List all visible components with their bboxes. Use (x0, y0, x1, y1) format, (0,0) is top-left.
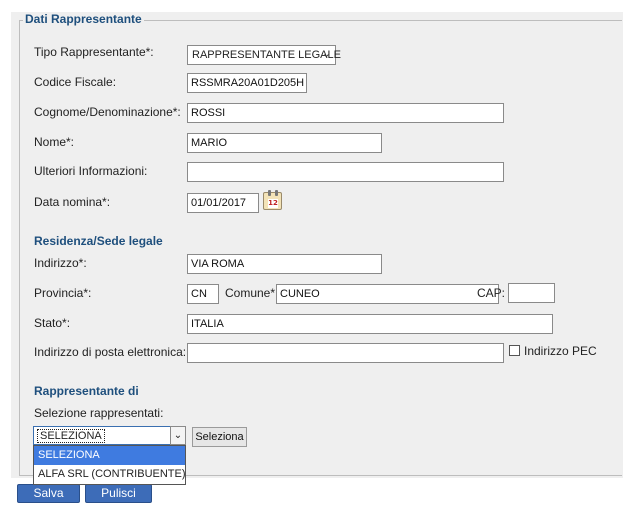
indirizzo-label: Indirizzo*: (34, 256, 87, 270)
selezione-label: Selezione rappresentati: (34, 406, 164, 420)
comune-label: Comune*: (225, 286, 279, 300)
nome-label: Nome*: (34, 135, 75, 149)
provincia-label: Provincia*: (34, 286, 92, 300)
tipo-select[interactable]: RAPPRESENTANTE LEGALE ⌄ (187, 45, 341, 65)
dropdown-option-seleziona[interactable]: SELEZIONA (34, 446, 185, 465)
cognome-label: Cognome/Denominazione*: (34, 105, 181, 119)
chevron-down-icon[interactable]: ⌄ (170, 426, 186, 445)
pulisci-button[interactable]: Pulisci (85, 484, 152, 503)
rappresentati-dropdown-list: SELEZIONA ALFA SRL (CONTRIBUENTE) (33, 445, 186, 485)
comune-input[interactable]: CUNEO (276, 284, 499, 304)
salva-button[interactable]: Salva (17, 484, 80, 503)
rappresentati-select[interactable]: SELEZIONA (33, 426, 186, 445)
tipo-label: Tipo Rappresentante*: (34, 45, 154, 59)
pec-address-input[interactable] (187, 343, 504, 363)
codice-fiscale-input[interactable]: RSSMRA20A01D205H (187, 73, 307, 93)
pec-checkbox-label: Indirizzo PEC (524, 344, 597, 358)
pec-address-label: Indirizzo di posta elettronica: (34, 345, 187, 359)
data-nomina-label: Data nomina*: (34, 195, 111, 209)
cap-label: CAP: (477, 286, 506, 300)
dropdown-option-alfa-srl[interactable]: ALFA SRL (CONTRIBUENTE) (34, 465, 186, 484)
rappresentante-di-title: Rappresentante di (34, 384, 139, 398)
seleziona-button[interactable]: Seleziona (192, 427, 247, 447)
stato-label: Stato*: (34, 316, 71, 330)
calendar-icon[interactable]: 12 (263, 190, 282, 210)
ulteriori-input[interactable] (187, 162, 504, 182)
ulteriori-label: Ulteriori Informazioni: (34, 164, 148, 178)
indirizzo-input[interactable]: VIA ROMA (187, 254, 382, 274)
pec-checkbox[interactable] (509, 345, 520, 356)
data-nomina-input[interactable]: 01/01/2017 (187, 193, 259, 213)
rappresentati-select-value: SELEZIONA (37, 429, 105, 443)
cognome-input[interactable]: ROSSI (187, 103, 504, 123)
stato-input[interactable]: ITALIA (187, 314, 553, 334)
fieldset-legend: Dati Rappresentante (23, 12, 144, 26)
nome-input[interactable]: MARIO (187, 133, 382, 153)
residenza-title: Residenza/Sede legale (34, 234, 163, 248)
codice-fiscale-label: Codice Fiscale: (34, 75, 117, 89)
provincia-input[interactable]: CN (187, 284, 219, 304)
chevron-down-icon: ⌄ (321, 48, 331, 60)
tipo-select-value: RAPPRESENTANTE LEGALE (192, 49, 341, 61)
calendar-icon-day: 12 (268, 199, 278, 208)
cap-input[interactable] (508, 283, 555, 303)
